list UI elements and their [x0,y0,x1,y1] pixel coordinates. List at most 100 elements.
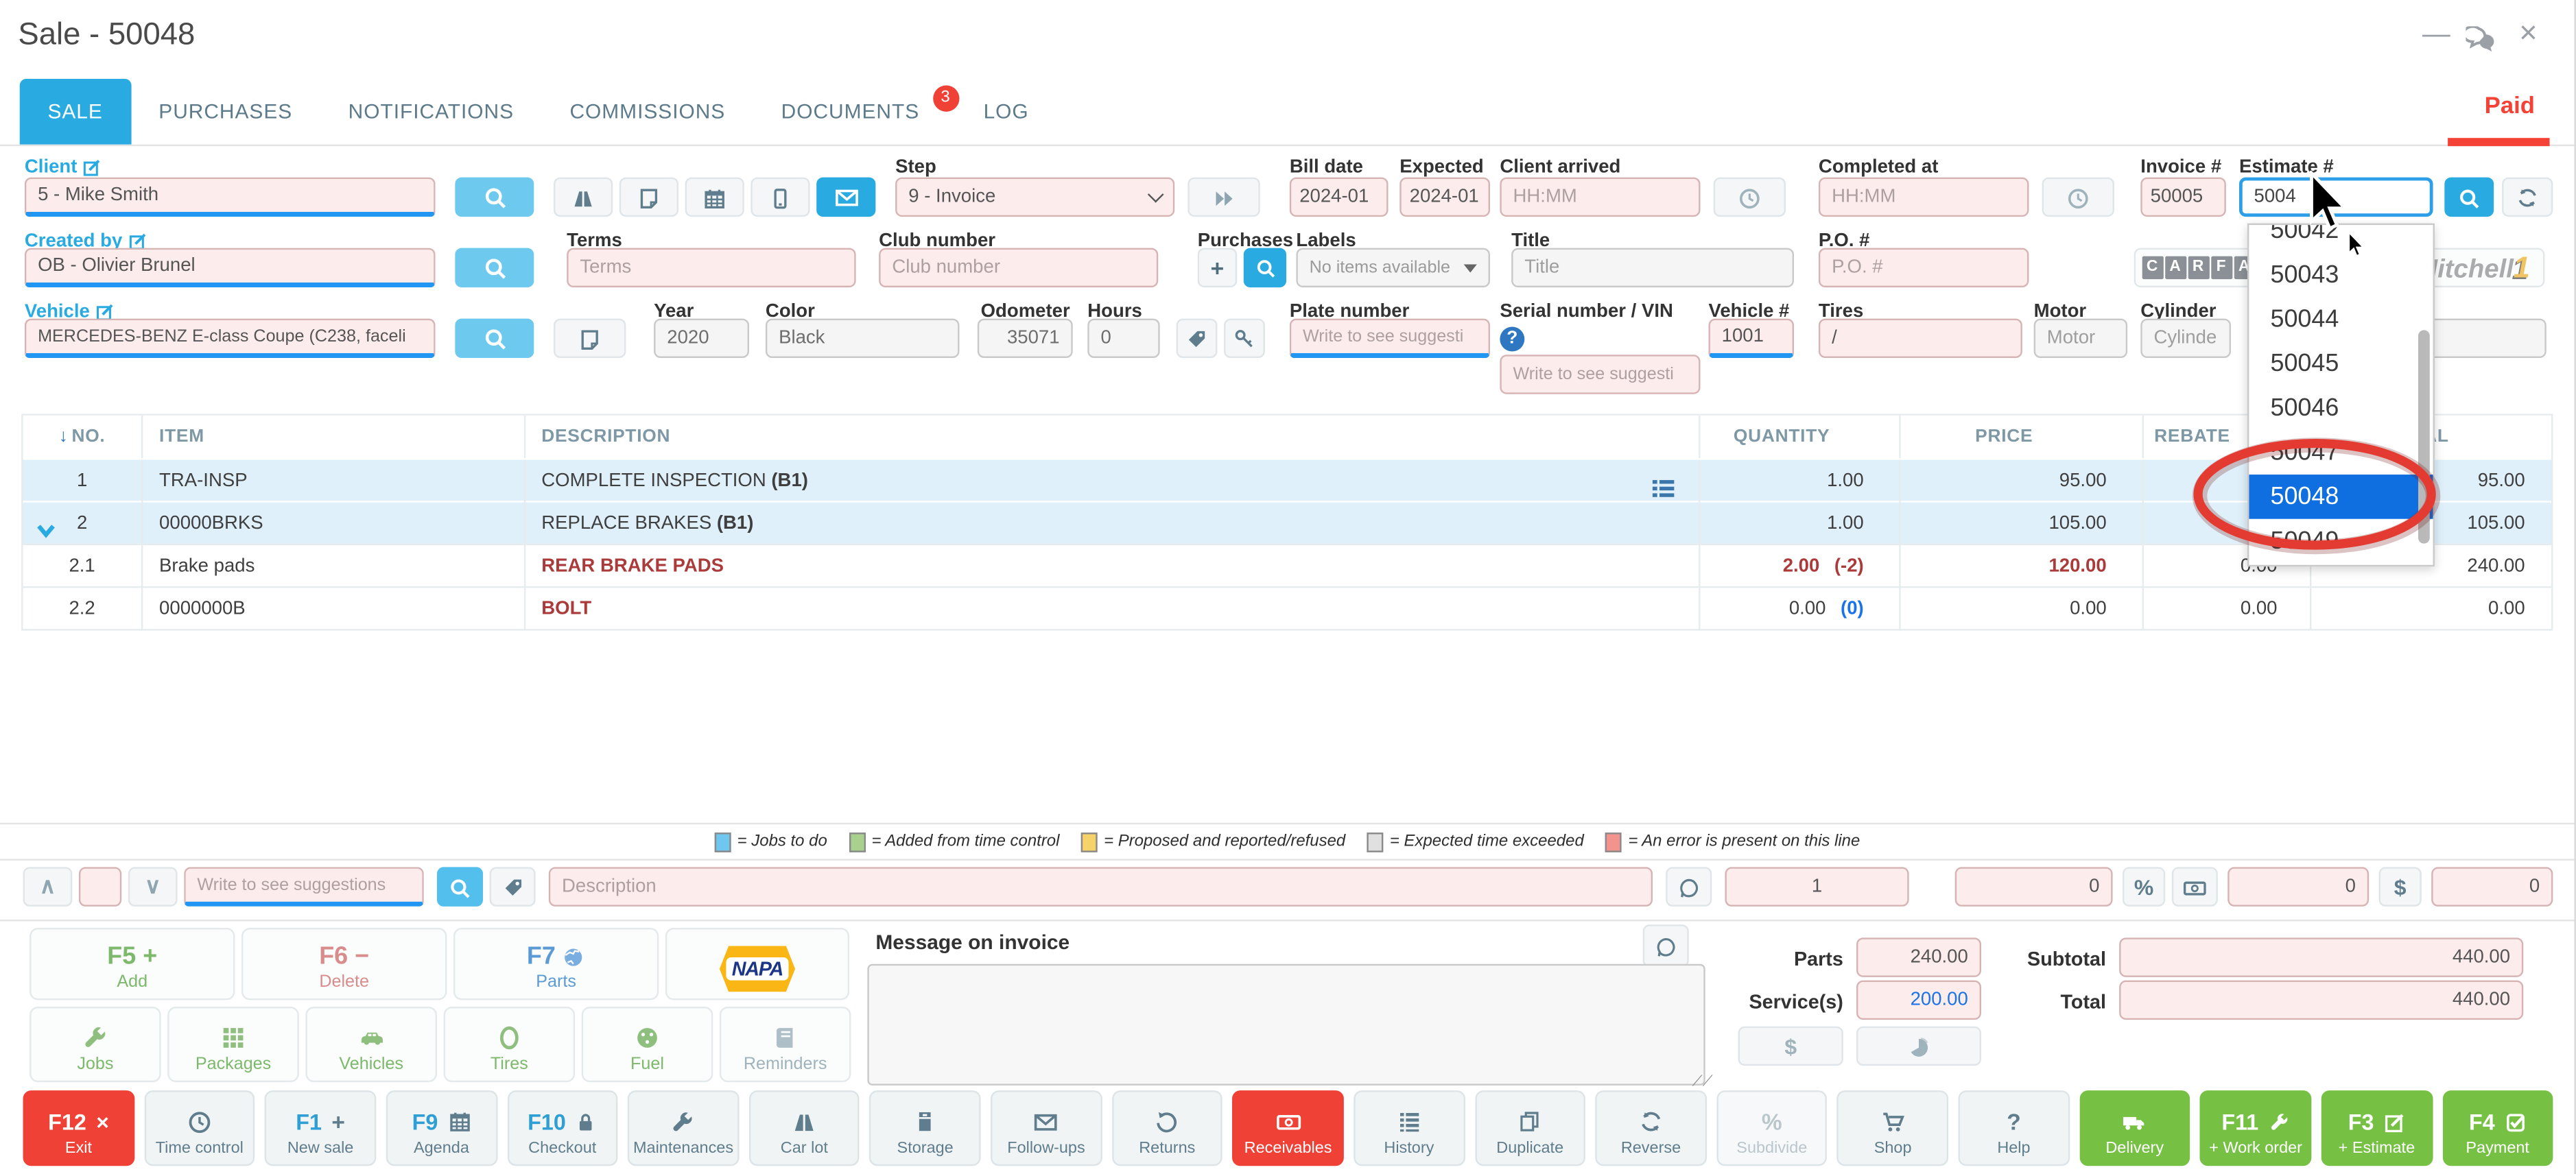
created-by-input[interactable] [25,248,436,287]
reverse-button[interactable]: Reverse [1596,1090,1707,1166]
key-icon[interactable] [1224,319,1265,358]
quantity-input[interactable] [1725,867,1909,906]
vehicle-no-input[interactable] [1708,319,1794,358]
resize-handle[interactable]: ⟋⟋ [1692,1073,1713,1090]
tag-icon[interactable] [1177,319,1218,358]
po-input[interactable] [1819,248,2029,287]
year-input[interactable] [654,319,749,358]
dropdown-item[interactable]: 50047 [2249,430,2433,475]
club-number-input[interactable] [879,248,1158,287]
table-row[interactable]: 2.2 0000000B BOLT 0.00(0) 0.00 0.00 0.00 [23,586,2551,629]
tab-commissions[interactable]: COMMISSIONS [542,79,753,145]
table-row[interactable]: 2 00000BRKS REPLACE BRAKES (B1) 1.00 105… [23,501,2551,543]
step-forward-button[interactable] [1187,178,1260,217]
help-button[interactable]: ?Help [1958,1090,2069,1166]
cylinder-input[interactable] [2140,319,2231,358]
invoice-message-textarea[interactable] [867,964,1705,1086]
dropdown-item[interactable]: 50046 [2249,386,2433,431]
created-by-search-button[interactable] [455,248,534,287]
tires-button[interactable]: Tires [444,1007,576,1082]
history-button[interactable]: History [1354,1090,1465,1166]
tab-sale[interactable]: SALE [20,79,131,145]
dropdown-item[interactable]: 50043 [2249,253,2433,298]
serial-help-icon[interactable]: ? [1500,327,1524,352]
delivery-button[interactable]: Delivery [2079,1090,2190,1166]
tab-notifications[interactable]: NOTIFICATIONS [320,79,542,145]
fuel-button[interactable]: Fuel [582,1007,713,1082]
client-arrived-clock-icon[interactable] [1714,178,1786,217]
checkout-button[interactable]: F10Checkout [507,1090,618,1166]
item-search-button[interactable] [437,867,483,906]
odometer-input[interactable] [978,319,1073,358]
move-up-button[interactable]: ∧ [23,867,73,906]
terms-input[interactable] [567,248,855,287]
agenda-button[interactable]: F9Agenda [386,1090,497,1166]
client-phone-icon[interactable] [751,178,810,217]
payment-button[interactable]: F4Payment [2442,1090,2553,1166]
vehicle-search-button[interactable] [455,319,534,358]
dropdown-scrollbar[interactable] [2418,330,2430,543]
parts-total-input[interactable] [1856,937,1981,977]
maintenances-button[interactable]: Maintenances [628,1090,739,1166]
client-calendar-icon[interactable] [685,178,744,217]
minimize-button[interactable]: — [2418,16,2455,53]
add-button[interactable]: F5 +Add [29,928,235,1000]
line-comment-icon[interactable] [1666,867,1712,906]
client-input[interactable] [25,178,436,217]
napa-button[interactable]: NAPA [665,928,849,1000]
storage-button[interactable]: Storage [870,1090,981,1166]
labels-select[interactable]: No items available [1296,248,1490,287]
tab-log[interactable]: LOG [956,79,1057,145]
dropdown-item[interactable]: 50045 [2249,342,2433,386]
chat-icon[interactable] [2464,16,2501,53]
completed-at-input[interactable] [1819,178,2029,217]
percent-button[interactable]: % [2123,867,2165,906]
subtotal-input[interactable] [2119,937,2523,977]
total-input[interactable] [2119,981,2523,1020]
invoice-no-input[interactable] [2140,178,2226,217]
estimate-button[interactable]: F3+ Estimate [2321,1090,2432,1166]
client-search-button[interactable] [455,178,534,217]
estimate-search-button[interactable] [2444,178,2494,217]
cost-dollar-button[interactable]: $ [1738,1027,1843,1066]
message-comment-icon[interactable] [1643,924,1689,967]
tab-purchases[interactable]: PURCHASES [131,79,320,145]
time-control-button[interactable]: Time control [144,1090,255,1166]
line-total-input[interactable] [2431,867,2553,906]
table-row[interactable]: 1 TRA-INSP COMPLETE INSPECTION (B1) 1.00… [23,458,2551,501]
dropdown-item[interactable]: 50049 [2249,519,2433,564]
move-down-button[interactable]: ∨ [128,867,178,906]
color-input[interactable] [766,319,960,358]
estimate-refresh-button[interactable] [2502,178,2553,217]
dropdown-item-selected[interactable]: 50048 [2249,475,2433,519]
rebate-input[interactable] [2228,867,2369,906]
client-link[interactable]: Client [25,158,102,178]
work-order-button[interactable]: F11+ Work order [2200,1090,2311,1166]
purchases-add-button[interactable]: + [1198,248,1237,287]
hours-input[interactable] [1087,319,1159,358]
expected-input[interactable] [1399,178,1490,217]
item-tag-icon[interactable] [490,867,536,906]
vehicles-button[interactable]: Vehicles [305,1007,437,1082]
sort-icon[interactable]: ↓ [59,427,69,447]
serial-input[interactable] [1500,355,1700,394]
tab-documents[interactable]: DOCUMENTS3 [753,79,956,145]
client-email-icon[interactable] [816,178,875,217]
plate-input[interactable] [1290,319,1490,358]
item-suggest-input[interactable] [184,867,424,906]
vehicle-input[interactable] [25,319,436,358]
shop-button[interactable]: Shop [1837,1090,1948,1166]
client-history-icon[interactable] [554,178,613,217]
close-button[interactable]: × [2510,16,2547,53]
follow-ups-button[interactable]: Follow-ups [991,1090,1102,1166]
dropdown-item[interactable]: 50044 [2249,297,2433,342]
tires-input[interactable] [1819,319,2022,358]
services-total-input[interactable] [1856,981,1981,1020]
delete-button[interactable]: F6 −Delete [241,928,447,1000]
description-input[interactable] [549,867,1653,906]
receivables-button[interactable]: Receivables [1233,1090,1344,1166]
profit-pie-button[interactable] [1856,1027,1981,1066]
line-number-input[interactable] [79,867,121,906]
title-input[interactable] [1511,248,1794,287]
completed-at-clock-icon[interactable] [2042,178,2114,217]
